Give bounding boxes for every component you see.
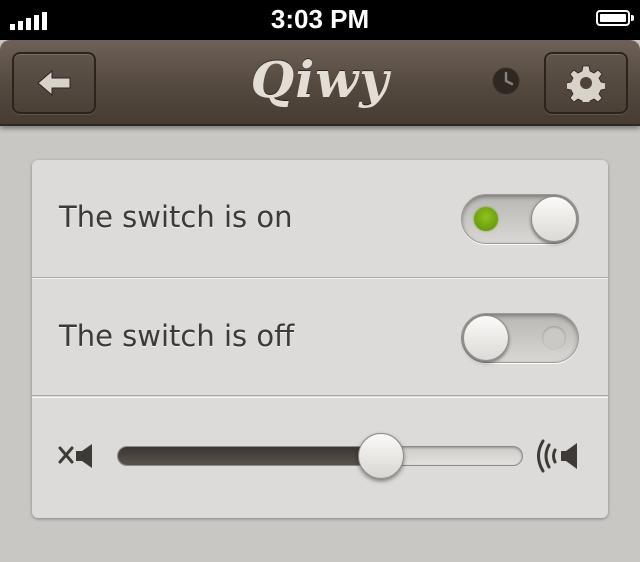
loud-speaker-icon[interactable] [537, 437, 581, 475]
status-bar: 3:03 PM [0, 0, 640, 40]
settings-button[interactable] [544, 52, 628, 114]
on-indicator-light [474, 207, 498, 231]
status-time: 3:03 PM [270, 4, 370, 34]
navigation-bar: Qiwy [0, 40, 640, 126]
off-indicator-light [542, 326, 566, 350]
switch-label: The switch is on [59, 200, 293, 234]
volume-slider-fill [118, 447, 381, 465]
volume-row [32, 397, 608, 518]
mute-speaker-icon[interactable] [58, 442, 102, 470]
volume-slider[interactable] [117, 433, 523, 479]
switch-knob[interactable] [463, 315, 509, 361]
switch-row-off: The switch is off [32, 278, 608, 396]
volume-slider-knob[interactable] [357, 433, 404, 479]
clock-icon[interactable] [491, 66, 521, 96]
battery-icon [596, 10, 634, 26]
toggle-switch-on[interactable] [461, 194, 579, 244]
gear-icon [567, 65, 605, 102]
settings-panel: The switch is on The switch is off [32, 160, 608, 518]
switch-row-on: The switch is on [32, 160, 608, 278]
switch-label: The switch is off [59, 319, 295, 353]
toggle-switch-off[interactable] [461, 313, 579, 363]
switch-knob[interactable] [531, 196, 577, 242]
